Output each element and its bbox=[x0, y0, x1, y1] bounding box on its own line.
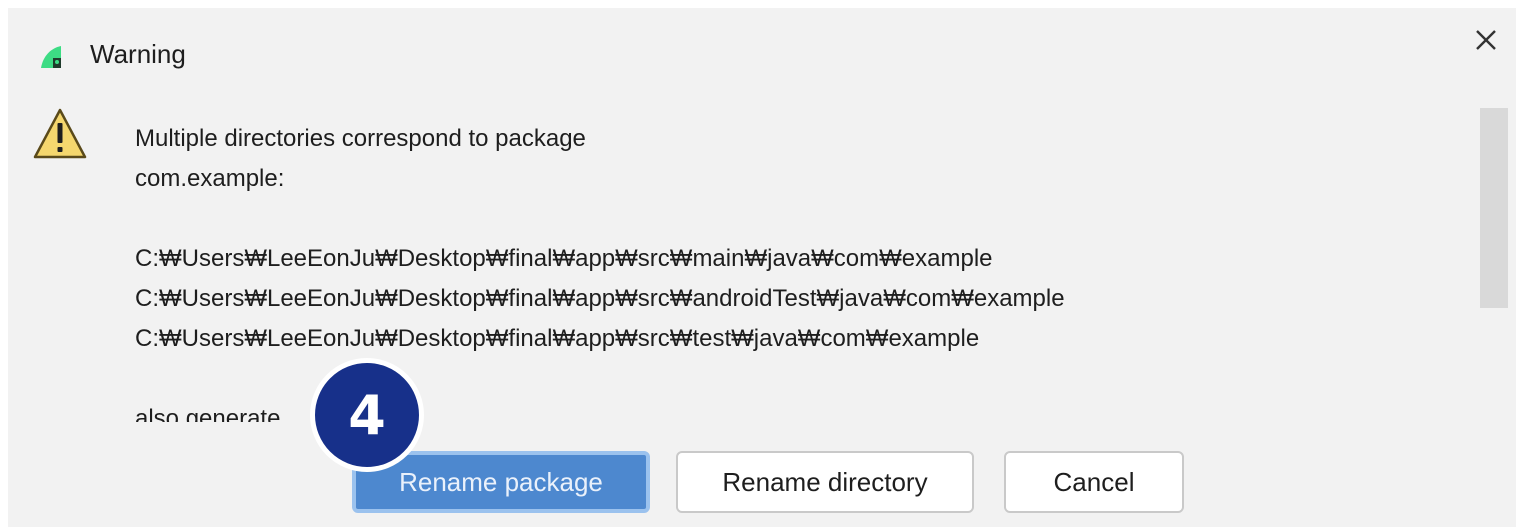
warning-triangle-icon bbox=[33, 108, 87, 159]
cancel-button[interactable]: Cancel bbox=[1004, 451, 1184, 513]
scrollbar[interactable] bbox=[1480, 108, 1508, 308]
close-icon[interactable] bbox=[1469, 23, 1503, 57]
warning-dialog: Warning Multiple directories correspond … bbox=[8, 8, 1516, 527]
rename-directory-button[interactable]: Rename directory bbox=[676, 451, 974, 513]
message-line: Multiple directories correspond to packa… bbox=[135, 125, 586, 152]
directory-path: C:₩Users₩LeeEonJu₩Desktop₩final₩app₩src₩… bbox=[135, 325, 980, 352]
directory-path: C:₩Users₩LeeEonJu₩Desktop₩final₩app₩src₩… bbox=[135, 245, 993, 272]
android-studio-icon bbox=[41, 46, 61, 68]
message-line: com.example: bbox=[135, 165, 285, 192]
directory-path: C:₩Users₩LeeEonJu₩Desktop₩final₩app₩src₩… bbox=[135, 285, 1065, 312]
dialog-title: Warning bbox=[90, 39, 186, 69]
message-line bbox=[135, 199, 1455, 239]
step-number-badge: 4 bbox=[310, 358, 424, 472]
